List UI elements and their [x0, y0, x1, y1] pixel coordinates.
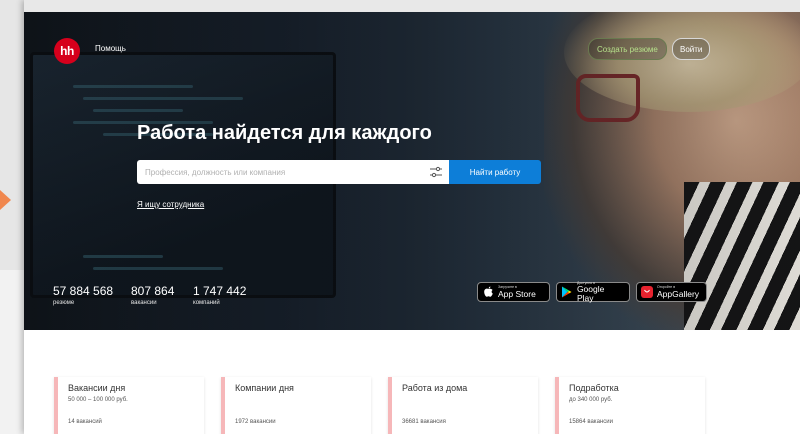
browser-page: hh Помощь Создать резюме Войти Работа на… [24, 0, 800, 434]
help-link[interactable]: Помощь [95, 44, 126, 53]
appgallery-badge[interactable]: Откройте в AppGallery [636, 282, 707, 302]
category-cards: Вакансии дня 50 000 – 100 000 руб. 14 ва… [54, 377, 754, 434]
card-vacancies-of-day[interactable]: Вакансии дня 50 000 – 100 000 руб. 14 ва… [54, 377, 204, 434]
store-badge-name: App Store [498, 288, 536, 299]
create-resume-button[interactable]: Создать резюме [588, 38, 667, 60]
appgallery-icon [641, 286, 653, 298]
stat-companies: 1 747 442 компаний [193, 284, 246, 306]
card-subtitle: 50 000 – 100 000 руб. [68, 397, 128, 403]
apple-icon [482, 286, 494, 298]
login-button[interactable]: Войти [672, 38, 711, 60]
store-badge-name: Google Play [576, 284, 605, 303]
stat-value: 1 747 442 [193, 284, 247, 298]
stat-value: 807 864 [131, 284, 175, 298]
card-part-time[interactable]: Подработка до 340 000 руб. 15864 ваканси… [555, 377, 705, 434]
search-input[interactable] [145, 161, 425, 183]
stat-vacancies: 807 864 вакансии [131, 284, 174, 306]
google-play-icon [561, 286, 573, 298]
store-badge-name: AppGallery [657, 288, 700, 299]
stat-label: резюме [53, 300, 75, 306]
google-play-badge[interactable]: Доступно в Google Play [556, 281, 630, 303]
card-title: Компании дня [235, 383, 294, 393]
search-box [137, 160, 449, 184]
stat-value: 57 884 568 [53, 284, 114, 298]
hero-headline: Работа найдется для каждого [137, 122, 432, 144]
card-count: 1972 вакансии [235, 419, 276, 425]
card-title: Подработка [569, 383, 619, 393]
find-job-button[interactable]: Найти работу [449, 160, 541, 184]
stat-label: вакансии [131, 300, 157, 306]
arrow-icon [0, 190, 11, 210]
card-companies-of-day[interactable]: Компании дня 1972 вакансии [221, 377, 371, 434]
card-remote-work[interactable]: Работа из дома 36681 вакансия [388, 377, 538, 434]
card-count: 14 вакансий [68, 419, 102, 425]
hh-logo[interactable]: hh [54, 38, 80, 64]
stat-resumes: 57 884 568 резюме [53, 284, 113, 306]
stat-label: компаний [193, 300, 220, 306]
left-background-lower [0, 270, 24, 434]
card-title: Работа из дома [402, 383, 468, 393]
card-title: Вакансии дня [68, 383, 126, 393]
filter-icon[interactable] [429, 165, 443, 179]
card-count: 15864 вакансии [569, 419, 613, 425]
employer-link[interactable]: Я ищу сотрудника [137, 200, 204, 209]
app-store-badge[interactable]: Загрузите в App Store [477, 282, 550, 302]
card-count: 36681 вакансия [402, 419, 446, 425]
card-subtitle: до 340 000 руб. [569, 397, 613, 403]
top-strip [24, 0, 800, 12]
